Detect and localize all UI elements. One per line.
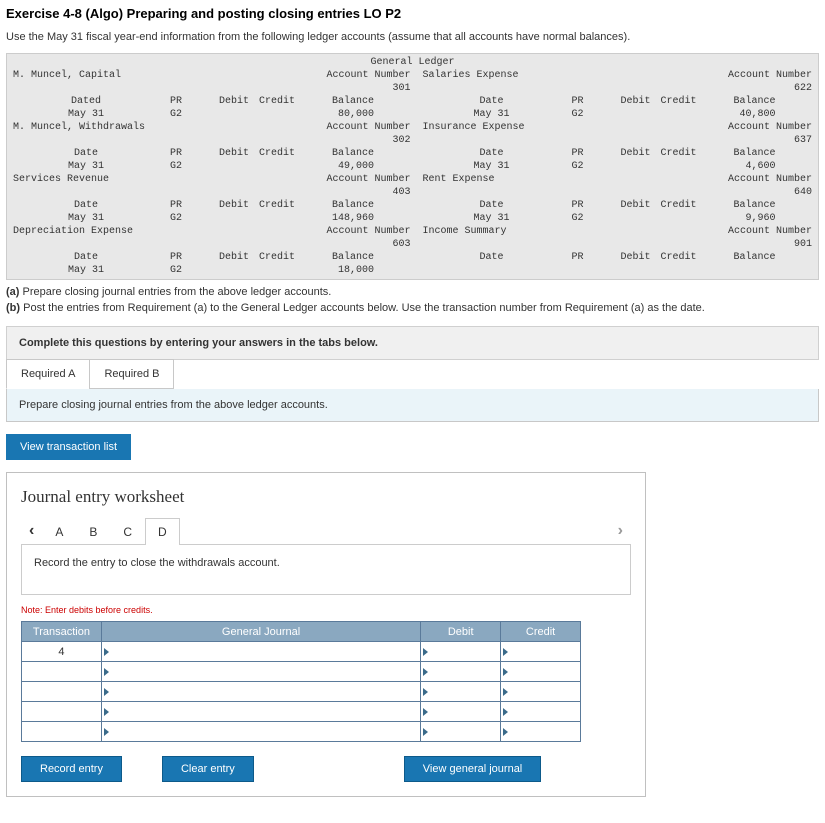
col-general-journal: General Journal — [101, 622, 420, 642]
tab-required-b[interactable]: Required B — [89, 359, 174, 389]
table-row — [22, 722, 581, 742]
transaction-cell[interactable] — [22, 722, 102, 742]
requirement-tabs: Required A Required B — [6, 359, 819, 389]
tab-required-a[interactable]: Required A — [6, 359, 90, 389]
debit-cell[interactable] — [421, 682, 501, 702]
exercise-title: Exercise 4-8 (Algo) Preparing and postin… — [6, 6, 819, 21]
entry-instruction: Record the entry to close the withdrawal… — [21, 545, 631, 595]
debits-before-credits-note: Note: Enter debits before credits. — [21, 605, 631, 615]
table-row — [22, 682, 581, 702]
transaction-cell[interactable] — [22, 662, 102, 682]
tab-pane-a: Prepare closing journal entries from the… — [6, 389, 819, 422]
general-ledger: General Ledger M. Muncel, CapitalAccount… — [6, 53, 819, 280]
ledger-header: General Ledger — [11, 56, 814, 69]
chevron-right-icon[interactable]: › — [610, 518, 631, 544]
worksheet-title: Journal entry worksheet — [21, 487, 631, 507]
table-row — [22, 662, 581, 682]
exercise-instructions: Use the May 31 fiscal year-end informati… — [6, 31, 819, 43]
ws-tab-d[interactable]: D — [145, 518, 180, 545]
ws-tab-a[interactable]: A — [42, 518, 76, 545]
transaction-cell[interactable]: 4 — [22, 642, 102, 662]
worksheet-nav: ‹ ABCD › — [21, 517, 631, 545]
credit-cell[interactable] — [501, 662, 581, 682]
record-entry-button[interactable]: Record entry — [21, 756, 122, 782]
journal-entry-worksheet: Journal entry worksheet ‹ ABCD › Record … — [6, 472, 646, 797]
account-cell[interactable] — [101, 682, 420, 702]
credit-cell[interactable] — [501, 722, 581, 742]
transaction-cell[interactable] — [22, 682, 102, 702]
col-credit: Credit — [501, 622, 581, 642]
view-transaction-list-button[interactable]: View transaction list — [6, 434, 131, 460]
account-cell[interactable] — [101, 662, 420, 682]
col-transaction: Transaction — [22, 622, 102, 642]
table-row: 4 — [22, 642, 581, 662]
table-row — [22, 702, 581, 722]
transaction-cell[interactable] — [22, 702, 102, 722]
answer-instructions: Complete this questions by entering your… — [6, 326, 819, 360]
credit-cell[interactable] — [501, 642, 581, 662]
credit-cell[interactable] — [501, 682, 581, 702]
account-cell[interactable] — [101, 642, 420, 662]
debit-cell[interactable] — [421, 702, 501, 722]
debit-cell[interactable] — [421, 662, 501, 682]
account-cell[interactable] — [101, 722, 420, 742]
part-a: (a) Prepare closing journal entries from… — [6, 286, 819, 298]
part-b: (b) Post the entries from Requirement (a… — [6, 302, 819, 314]
credit-cell[interactable] — [501, 702, 581, 722]
col-debit: Debit — [421, 622, 501, 642]
journal-table: Transaction General Journal Debit Credit… — [21, 621, 581, 742]
debit-cell[interactable] — [421, 722, 501, 742]
clear-entry-button[interactable]: Clear entry — [162, 756, 254, 782]
view-general-journal-button[interactable]: View general journal — [404, 756, 541, 782]
account-cell[interactable] — [101, 702, 420, 722]
ws-tab-b[interactable]: B — [76, 518, 110, 545]
ws-tab-c[interactable]: C — [110, 518, 145, 545]
debit-cell[interactable] — [421, 642, 501, 662]
chevron-left-icon[interactable]: ‹ — [21, 518, 42, 544]
